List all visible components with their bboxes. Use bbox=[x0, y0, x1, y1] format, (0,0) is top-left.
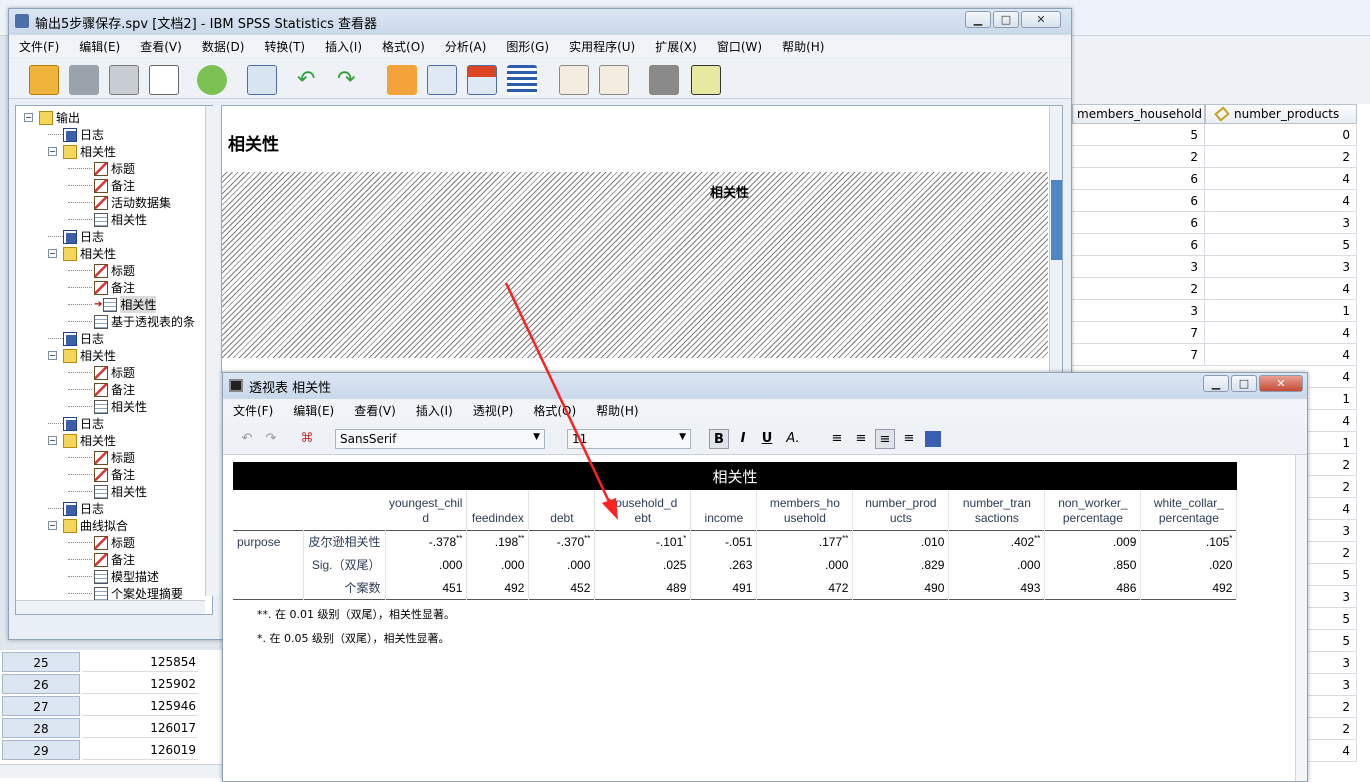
annotation-arrow bbox=[504, 282, 618, 520]
